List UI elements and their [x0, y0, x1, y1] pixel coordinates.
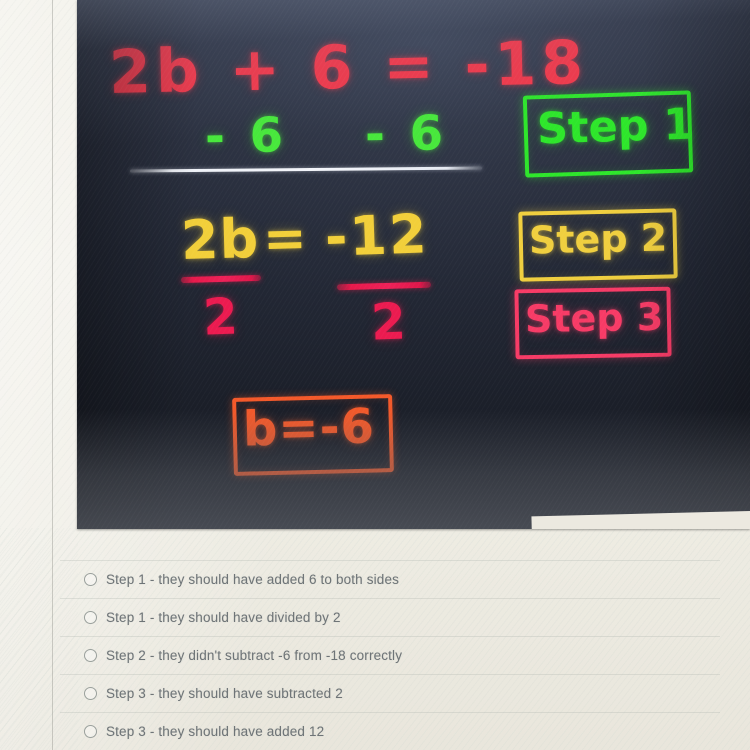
option-separator — [60, 674, 720, 675]
equation-line-3-equals: = — [262, 208, 308, 270]
step-2-label: Step 2 — [528, 215, 668, 263]
radio-button-icon-1[interactable] — [84, 572, 97, 586]
photo-corner-crop — [531, 511, 750, 529]
equation-line-3-right-numerator: -12 — [323, 202, 430, 269]
white-divider-line — [129, 166, 483, 173]
radio-button-icon-4[interactable] — [84, 686, 97, 700]
option-row-1[interactable]: Step 1 - they should have added 6 to bot… — [0, 560, 750, 598]
radio-button-icon-5[interactable] — [84, 724, 97, 738]
final-answer-text: b=-6 — [242, 398, 376, 458]
equation-line-1: 2b + 6 = -18 — [108, 27, 589, 109]
equation-line-3-left-numerator: 2b — [180, 206, 261, 273]
denominator-left: 2 — [201, 287, 239, 347]
answer-options-list: Step 1 - they should have added 6 to bot… — [0, 560, 750, 750]
denominator-right: 2 — [369, 292, 407, 352]
step-1-label: Step 1 — [536, 99, 695, 155]
option-row-5[interactable]: Step 3 - they should have added 12 — [0, 712, 750, 750]
option-row-2[interactable]: Step 1 - they should have divided by 2 — [0, 598, 750, 636]
option-row-3[interactable]: Step 2 - they didn't subtract -6 from -1… — [0, 636, 750, 674]
option-label-5: Step 3 - they should have added 12 — [106, 723, 325, 739]
subtraction-left: - 6 — [204, 107, 288, 165]
option-label-1: Step 1 - they should have added 6 to bot… — [106, 571, 400, 587]
option-separator — [60, 560, 720, 561]
step-3-label: Step 3 — [524, 294, 664, 342]
option-label-3: Step 2 - they didn't subtract -6 from -1… — [106, 647, 403, 663]
whiteboard-photo: 2b + 6 = -18 - 6 - 6 2b = -12 2 2 b=-6 S… — [77, 0, 750, 529]
option-label-2: Step 1 - they should have divided by 2 — [106, 609, 341, 625]
fraction-bar-right — [336, 281, 432, 291]
option-label-4: Step 3 - they should have subtracted 2 — [106, 685, 343, 701]
option-separator — [60, 636, 720, 637]
option-separator — [60, 598, 720, 599]
fraction-bar-left — [180, 274, 262, 284]
radio-button-icon-2[interactable] — [84, 610, 97, 624]
photo-bottom-shade — [77, 409, 750, 529]
option-row-4[interactable]: Step 3 - they should have subtracted 2 — [0, 674, 750, 712]
subtraction-right: - 6 — [364, 105, 448, 163]
worksheet-page: 2b + 6 = -18 - 6 - 6 2b = -12 2 2 b=-6 S… — [0, 0, 750, 750]
radio-button-icon-3[interactable] — [84, 648, 97, 662]
option-separator — [60, 712, 720, 713]
